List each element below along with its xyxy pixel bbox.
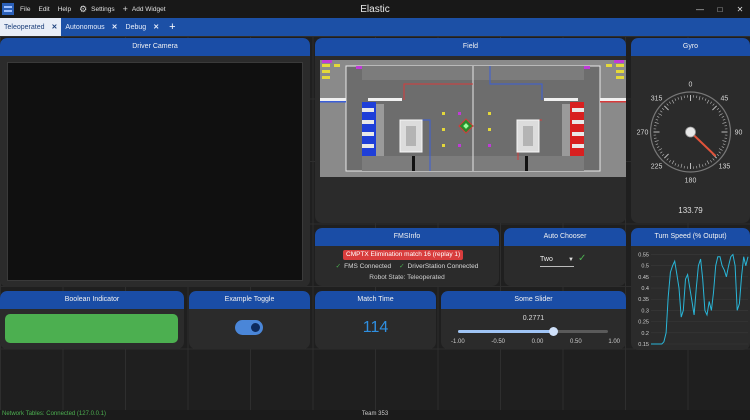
some-slider-widget[interactable]: Some Slider 0.2771 -1.00 -0.50 0.00 0.50… [441,291,626,349]
match-time-widget[interactable]: Match Time 114 [315,291,436,349]
tab-debug[interactable]: Debug ✕ [122,18,164,36]
status-bar: Network Tables: Connected (127.0.0.1) Te… [0,410,750,420]
boolean-indicator-widget[interactable]: Boolean Indicator [0,291,184,349]
slider-fill [458,330,554,333]
turn-speed-graph: 0.55 0.5 0.45 0.4 0.35 0.3 0.25 0.2 0.15 [638,252,749,348]
slider-label: -1.00 [451,339,465,345]
widget-title: Field [315,38,626,56]
menu-add-widget-label: Add Widget [131,5,166,13]
fms-connected-label: FMS Connected [344,262,392,270]
title-bar: File Edit Help ⚙ Settings + Add Widget E… [0,0,750,18]
gyro-widget[interactable]: Gyro 0 45 90 135 180 225 270 315 133.79 [631,38,750,223]
example-toggle-widget[interactable]: Example Toggle [189,291,310,349]
y-tick-label: 0.2 [641,331,649,337]
slider-labels: -1.00 -0.50 0.00 0.50 1.00 [451,339,620,345]
widget-title: Turn Speed (% Output) [631,228,750,246]
team-number: Team 353 [361,411,389,417]
tab-close-icon[interactable]: ✕ [153,23,159,31]
widget-title: Boolean Indicator [0,291,184,309]
slider-label: 0.50 [569,339,582,345]
slider-label: 0.00 [531,339,544,345]
dial-label: 225 [651,163,663,170]
y-tick-label: 0.4 [641,286,649,292]
maximize-button[interactable]: □ [710,5,730,14]
camera-stream [7,62,303,281]
ds-connected-status: ✓ DriverStation Connected [399,262,479,271]
turn-speed-widget[interactable]: Turn Speed (% Output) 0.55 0.5 0.45 0.4 0.35… [631,228,750,350]
dial-label: 270 [637,130,649,137]
window-controls: — □ ✕ [690,0,750,18]
check-icon: ✓ [578,253,587,264]
match-badge: CMPTX Elimination match 16 (replay 1) [343,250,464,260]
fms-connection-row: ✓ FMS Connected ✓ DriverStation Connecte… [315,262,499,271]
slider-label: -0.50 [491,339,506,345]
y-tick-label: 0.25 [638,320,649,326]
widget-title: FMSInfo [315,228,499,246]
y-tick-label: 0.15 [638,342,649,348]
tab-close-icon[interactable]: ✕ [112,23,118,31]
auto-chooser-widget[interactable]: Auto Chooser Two ▼ ✓ [504,228,626,286]
menu-settings[interactable]: ⚙ Settings [79,4,115,15]
slider-track[interactable] [458,327,608,336]
caret-down-icon: ▼ [568,257,574,263]
y-tick-label: 0.3 [641,308,649,314]
dial-label: 90 [735,130,743,137]
tab-autonomous[interactable]: Autonomous ✕ [61,18,121,36]
dial-hub [685,126,696,138]
menu-add-widget[interactable]: + Add Widget [123,4,166,14]
widget-title: Gyro [631,38,750,56]
tab-label: Debug [125,23,147,31]
tab-close-icon[interactable]: ✕ [51,23,57,31]
widget-title: Some Slider [441,291,626,309]
add-tab-button[interactable]: + [163,18,181,36]
dial-label: 180 [685,178,697,185]
slider-label: 1.00 [608,339,620,345]
match-time-value: 114 [362,319,389,336]
auto-chooser-dropdown[interactable]: Two ▼ [540,256,574,267]
field-map [320,60,626,177]
dial-label: 0 [689,82,693,89]
boolean-indicator-box [5,314,178,343]
check-icon: ✓ [399,263,405,270]
ds-connected-label: DriverStation Connected [407,262,479,270]
minimize-button[interactable]: — [690,5,710,14]
app-logo-icon [2,3,14,15]
dial-label: 45 [721,96,729,103]
fms-connected-status: ✓ FMS Connected [335,262,392,271]
dial-label: 315 [651,96,663,103]
widget-title: Auto Chooser [504,228,626,246]
plus-icon: + [122,4,128,14]
menu-edit[interactable]: Edit [38,6,49,13]
example-toggle-switch[interactable] [235,320,263,335]
widget-title: Example Toggle [189,291,310,309]
gyro-value: 133.79 [678,206,703,215]
driver-camera-widget[interactable]: Driver Camera [0,38,310,287]
tab-label: Teleoperated [4,23,45,31]
fms-info-widget[interactable]: FMSInfo CMPTX Elimination match 16 (repl… [315,228,499,286]
y-tick-label: 0.5 [641,264,649,270]
gyro-dial: 0 45 90 135 180 225 270 315 [637,82,743,185]
check-icon: ✓ [335,263,342,270]
tab-teleoperated[interactable]: Teleoperated ✕ [0,18,62,36]
slider-value: 0.2771 [522,315,545,322]
field-drawing [320,60,626,177]
dial-label: 135 [719,163,731,170]
toggle-knob [251,323,260,332]
tab-label: Autonomous [65,23,105,31]
slider-thumb[interactable] [549,327,559,336]
robot-state: Robot State: Teleoperated [369,274,445,281]
auto-chooser-selected: Two [540,256,553,263]
y-tick-label: 0.35 [638,297,649,303]
gear-icon: ⚙ [79,3,88,14]
widget-title: Driver Camera [0,38,310,56]
menu-file[interactable]: File [20,6,30,13]
y-tick-label: 0.45 [638,275,649,281]
field-widget[interactable]: Field [315,38,626,223]
widget-title: Match Time [315,291,436,309]
close-window-button[interactable]: ✕ [730,5,750,14]
tab-bar: Teleoperated ✕ Autonomous ✕ Debug ✕ + [0,18,750,36]
menu-help[interactable]: Help [58,6,71,13]
menu-settings-label: Settings [91,5,115,13]
y-tick-label: 0.55 [638,252,649,258]
